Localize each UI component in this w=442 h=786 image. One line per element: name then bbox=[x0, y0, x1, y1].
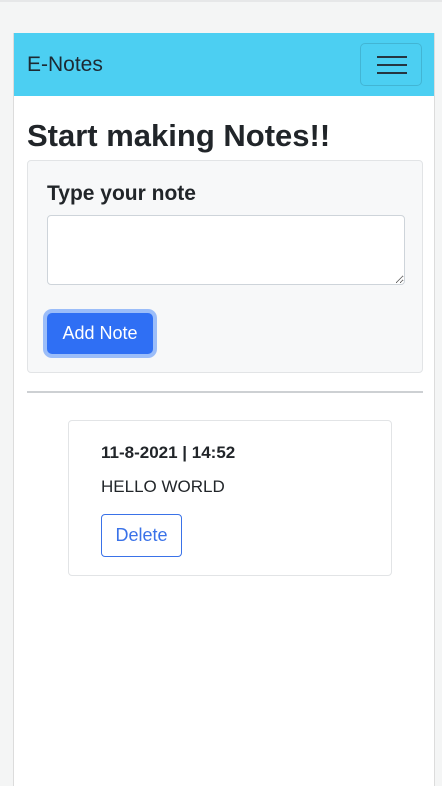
note-card: 11-8-2021 | 14:52 HELLO WORLD Delete bbox=[68, 420, 392, 576]
navbar-toggler-button[interactable] bbox=[360, 43, 422, 86]
navbar: E-Notes bbox=[14, 33, 434, 96]
brand-link[interactable]: E-Notes bbox=[27, 52, 103, 78]
page-title: Start making Notes!! bbox=[27, 118, 331, 153]
browser-top-strip bbox=[0, 0, 442, 2]
section-divider bbox=[27, 391, 423, 393]
note-textarea[interactable] bbox=[47, 215, 405, 285]
note-form-card: Type your note Add Note bbox=[27, 160, 423, 373]
note-textarea-label: Type your note bbox=[47, 182, 196, 205]
note-date: 11-8-2021 | 14:52 bbox=[101, 443, 236, 462]
add-note-button[interactable]: Add Note bbox=[47, 313, 153, 354]
app-frame: E-Notes Start making Notes!! Type your n… bbox=[13, 33, 435, 786]
delete-note-button[interactable]: Delete bbox=[101, 514, 182, 557]
note-text: HELLO WORLD bbox=[101, 477, 225, 496]
